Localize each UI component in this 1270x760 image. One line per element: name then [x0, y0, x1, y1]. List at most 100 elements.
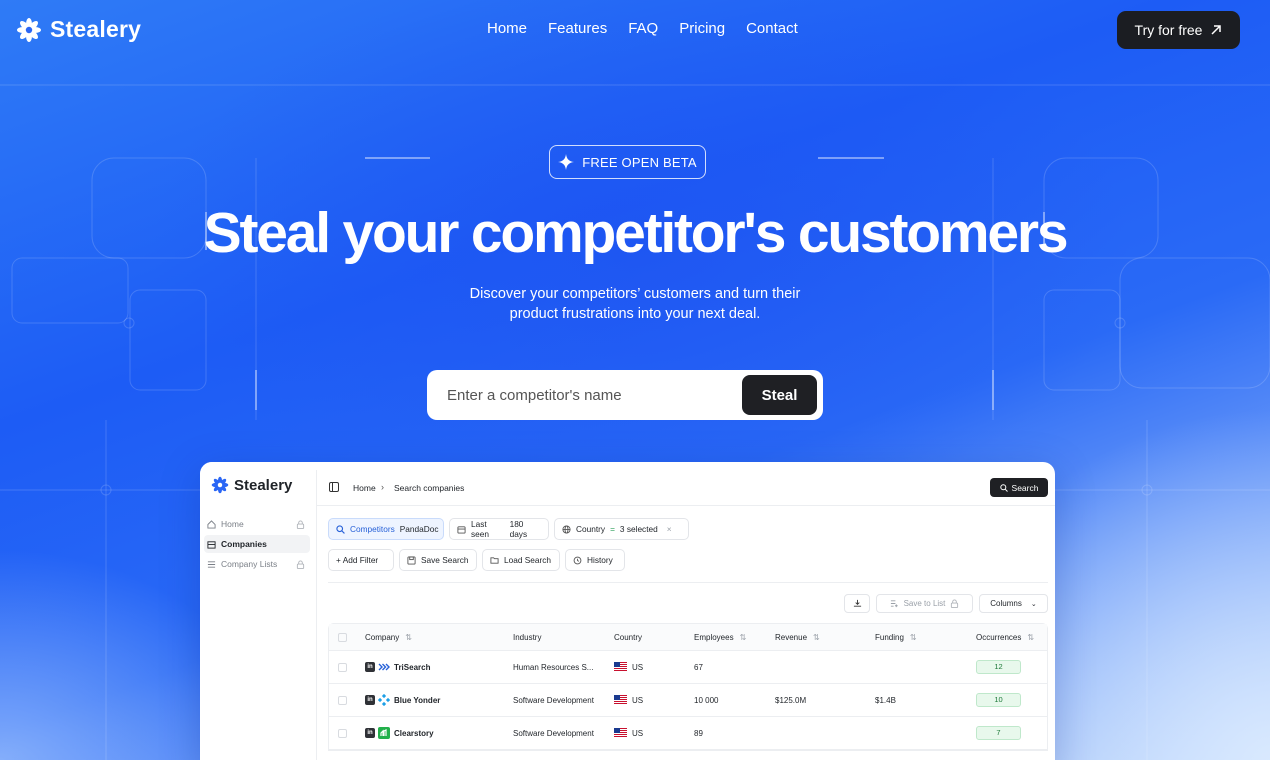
breadcrumb-home[interactable]: Home: [353, 483, 376, 493]
columns-label: Columns: [990, 599, 1022, 608]
add-filter-button[interactable]: + Add Filter: [328, 549, 394, 571]
breadcrumb-current: Search companies: [394, 483, 465, 493]
column-header-employees[interactable]: Employees ⇅: [694, 633, 746, 642]
filter-chip-competitors[interactable]: Competitors PandaDoc: [328, 518, 444, 540]
filter-label: Country: [576, 524, 606, 534]
sidebar-item-label: Home: [221, 519, 244, 529]
app-search-button[interactable]: Search: [990, 478, 1048, 497]
nav-link-home[interactable]: Home: [487, 20, 527, 37]
nav-link-features[interactable]: Features: [548, 20, 607, 37]
app-main: Home › Search companies Search Competito…: [317, 462, 1055, 760]
nav-link-contact[interactable]: Contact: [746, 20, 798, 37]
table-row[interactable]: in Clearstory Software Development US 89…: [329, 717, 1047, 750]
linkedin-icon[interactable]: in: [365, 695, 375, 705]
us-flag-icon: [614, 728, 627, 737]
steal-button[interactable]: Steal: [742, 375, 817, 415]
company-name[interactable]: Blue Yonder: [394, 696, 440, 705]
sort-icon: ⇅: [739, 633, 747, 642]
filter-label: Last seen: [471, 519, 489, 539]
chevron-right-icon: ›: [381, 482, 384, 492]
company-industry: Software Development: [513, 696, 594, 705]
nav-links: Home Features FAQ Pricing Contact: [487, 20, 798, 37]
filter-chip-country[interactable]: Country = 3 selected ×: [554, 518, 689, 540]
lock-icon: [296, 519, 305, 529]
save-to-list-label: Save to List: [903, 599, 946, 608]
filter-value: 3 selected: [619, 524, 658, 534]
chevron-down-icon: ⌄: [1030, 600, 1037, 608]
sort-icon: ⇅: [813, 633, 820, 642]
brand-name: Stealery: [50, 16, 142, 42]
app-search-label: Search: [1011, 482, 1039, 493]
row-checkbox[interactable]: [338, 663, 347, 672]
list-add-icon: [890, 600, 898, 608]
load-search-button[interactable]: Load Search: [482, 549, 560, 571]
column-header-funding[interactable]: Funding ⇅: [875, 633, 917, 642]
save-to-list-button[interactable]: Save to List: [876, 594, 973, 613]
building-icon: [207, 540, 216, 549]
column-header-industry: Industry: [513, 633, 542, 642]
linkedin-icon[interactable]: in: [365, 728, 375, 738]
occurrences-badge: 12: [976, 660, 1021, 674]
occurrences-badge: 10: [976, 693, 1021, 707]
download-icon: [853, 599, 861, 607]
table-row[interactable]: in TriSearch Human Resources S... US 67 …: [329, 651, 1047, 684]
table-header: Company ⇅ Industry Country Employees ⇅ Rev…: [329, 624, 1047, 651]
company-employees: 67: [694, 663, 703, 672]
columns-dropdown[interactable]: Columns ⌄: [979, 594, 1048, 613]
load-search-label: Load Search: [504, 555, 552, 565]
try-for-free-button[interactable]: Try for free: [1117, 11, 1240, 49]
sidebar-item-companies[interactable]: Companies: [204, 535, 310, 553]
occurrences-badge: 7: [976, 726, 1021, 740]
us-flag-icon: [614, 662, 627, 671]
hero-title: Steal your competitor's customers: [203, 201, 1069, 265]
top-nav: Stealery Home Features FAQ Pricing Conta…: [0, 0, 1270, 58]
app-brand-name: Stealery: [234, 476, 293, 494]
company-country: US: [632, 696, 644, 705]
sidebar-item-home[interactable]: Home: [204, 515, 310, 533]
column-header-occurrences[interactable]: Occurrences ⇅: [976, 633, 1034, 642]
close-icon[interactable]: ×: [667, 524, 672, 534]
app-sidebar: Stealery Home Companies Company Lists: [200, 462, 316, 760]
sidebar-item-company-lists[interactable]: Company Lists: [204, 555, 310, 573]
home-icon: [207, 519, 216, 529]
column-header-company[interactable]: Company ⇅: [365, 633, 412, 642]
sparkle-icon: [558, 154, 575, 170]
linkedin-icon[interactable]: in: [365, 662, 375, 672]
column-header-country: Country: [614, 633, 643, 642]
company-funding: $1.4B: [875, 696, 896, 705]
company-employees: 10 000: [694, 696, 719, 705]
history-button[interactable]: History: [565, 549, 625, 571]
nav-link-faq[interactable]: FAQ: [628, 20, 658, 37]
row-checkbox[interactable]: [338, 696, 347, 705]
filter-label: Competitors: [350, 524, 395, 534]
save-search-button[interactable]: Save Search: [399, 549, 477, 571]
app-brand-logo[interactable]: Stealery: [211, 476, 292, 494]
filter-operator: =: [610, 524, 615, 534]
globe-icon: [562, 524, 571, 534]
search-icon: [336, 524, 345, 534]
download-button[interactable]: [844, 594, 870, 613]
row-checkbox[interactable]: [338, 729, 347, 738]
company-name[interactable]: Clearstory: [394, 729, 434, 738]
beta-badge-label: FREE OPEN BETA: [582, 154, 697, 170]
sidebar-item-label: Companies: [221, 539, 267, 549]
panel-toggle-icon[interactable]: [329, 482, 339, 492]
company-name[interactable]: TriSearch: [394, 663, 430, 672]
table-row[interactable]: in Blue Yonder Software Development US 1…: [329, 684, 1047, 717]
blue-yonder-logo-icon: [378, 694, 390, 706]
column-header-revenue[interactable]: Revenue ⇅: [775, 633, 820, 642]
company-employees: 89: [694, 729, 703, 738]
flower-logo-icon: [17, 17, 41, 42]
list-icon: [207, 560, 216, 568]
trisearch-logo-icon: [378, 663, 390, 671]
brand-logo[interactable]: Stealery: [16, 16, 141, 43]
competitor-search-input[interactable]: [447, 384, 727, 406]
select-all-checkbox[interactable]: [338, 633, 347, 642]
companies-table: Company ⇅ Industry Country Employees ⇅ Rev…: [328, 623, 1048, 751]
history-icon: [573, 556, 582, 564]
try-for-free-label: Try for free: [1134, 22, 1203, 38]
filter-chip-last-seen[interactable]: Last seen 180 days: [449, 518, 549, 540]
nav-link-pricing[interactable]: Pricing: [679, 20, 725, 37]
toolbar-divider: [328, 582, 1048, 583]
save-search-label: Save Search: [421, 555, 469, 565]
